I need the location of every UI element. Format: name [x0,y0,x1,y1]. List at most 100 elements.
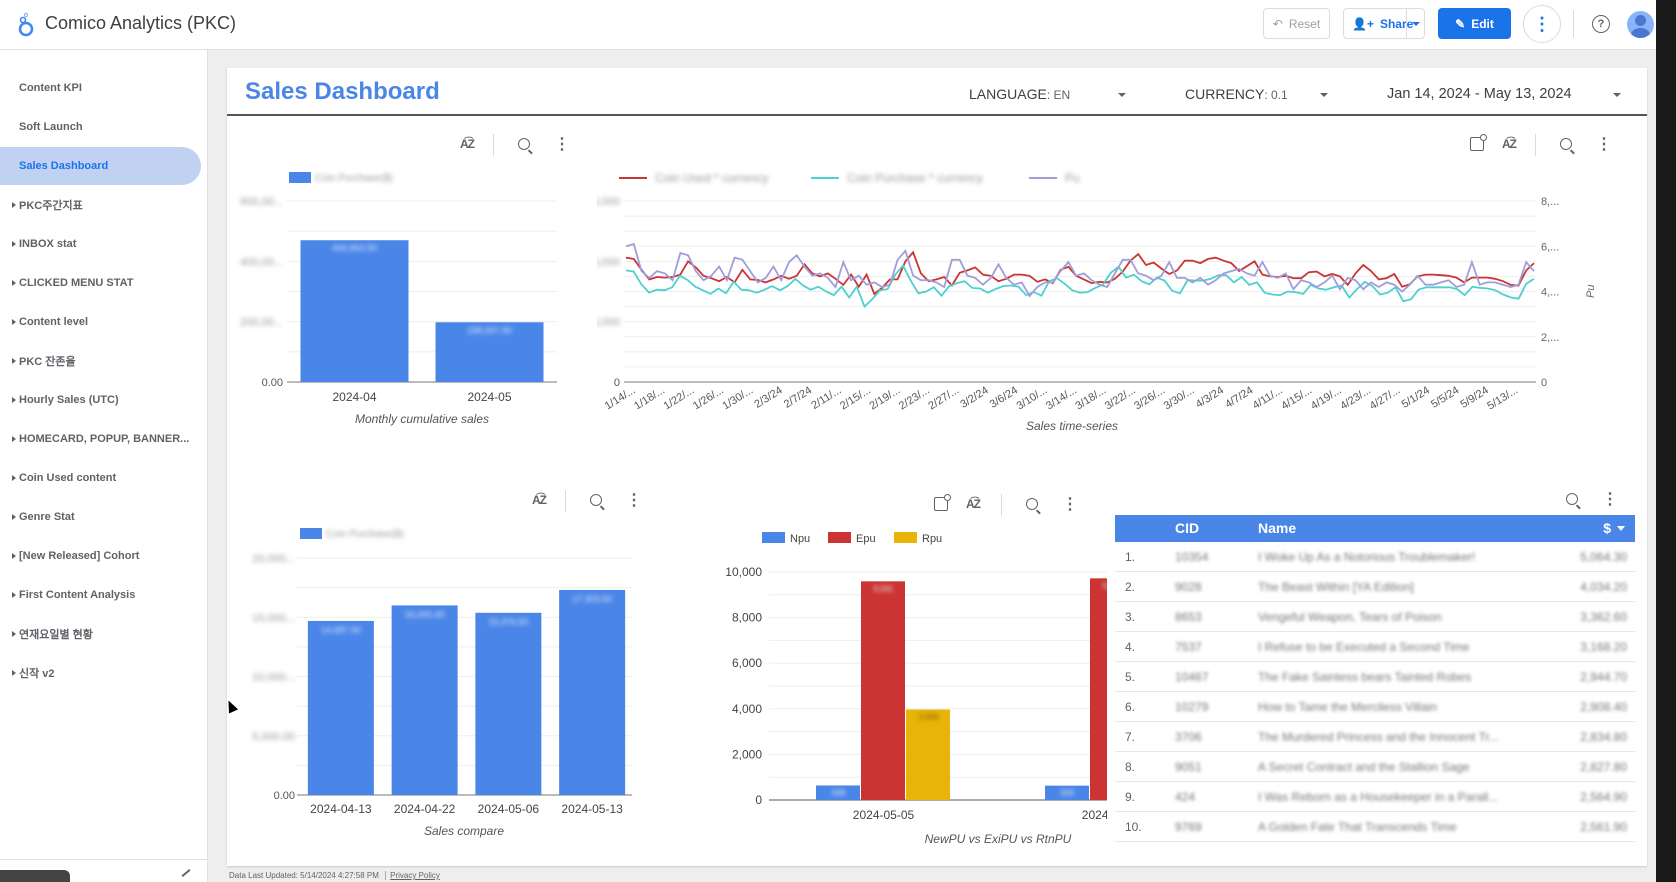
sidebar-item[interactable]: Sales Dashboard [0,147,201,185]
explore-zoom-icon[interactable] [1023,495,1041,513]
explore-zoom-icon[interactable] [515,135,533,153]
expand-caret-icon[interactable] [12,436,16,442]
currency-dropdown-arrow-icon[interactable] [1320,93,1328,97]
sidebar-item[interactable]: PKC 잔존율 [0,342,201,380]
chart-config-icon[interactable] [1468,134,1487,153]
row-sales-value: 2,834.80 [1580,730,1627,744]
sidebar-item[interactable]: Coin Used content [0,459,201,497]
edit-button[interactable]: ✎ Edit [1438,8,1511,39]
table-row[interactable]: 3. 8653 Vengeful Weapon, Tears of Poison 3,… [1115,602,1635,632]
sidebar-item[interactable]: PKC주간지표 [0,186,201,224]
sidebar-item-label: Coin Used content [19,472,117,484]
x-tick-label: 2024-05-12 [1082,808,1107,822]
sidebar-item[interactable]: 연재요일별 현황 [0,615,201,653]
expand-caret-icon[interactable] [12,514,16,520]
x-tick-label: 1/22/... [662,384,697,412]
sidebar-item-label: PKC 잔존율 [19,356,76,368]
table-row[interactable]: 1. 10354 I Woke Up As a Notorious Troublem… [1115,542,1635,572]
column-header-name[interactable]: Name [1258,520,1296,536]
sidebar-item[interactable]: 신작 v2 [0,654,201,692]
toolbar-separator [1535,134,1536,156]
collapse-sidebar-icon[interactable] [181,869,191,877]
reset-button[interactable]: ↶ Reset [1263,8,1330,39]
expand-caret-icon[interactable] [12,202,16,208]
expand-caret-icon[interactable] [12,358,16,364]
language-dropdown-arrow-icon[interactable] [1118,93,1126,97]
help-icon[interactable]: ? [1592,15,1610,33]
sidebar-item[interactable]: CLICKED MENU STAT [0,264,201,302]
sidebar-item[interactable]: Genre Stat [0,498,201,536]
y-tick-label: 5,000.00 [252,731,295,743]
legend-swatch [300,528,322,539]
expand-caret-icon[interactable] [12,553,16,559]
row-rank: 1. [1125,550,1136,564]
sidebar-item[interactable]: [New Released] Cohort [0,537,201,575]
column-header-sales[interactable]: $ [1603,520,1611,536]
table-row[interactable]: 5. 10467 The Fake Saintess bears Tainted R… [1115,662,1635,692]
expand-caret-icon[interactable] [12,241,16,247]
table-row[interactable]: 10. 9769 A Golden Fate That Transcends Tim… [1115,812,1635,842]
language-filter[interactable]: LANGUAGE: EN [969,86,1070,102]
expand-caret-icon[interactable] [12,475,16,481]
x-tick-label: 4/19/... [1309,384,1344,412]
sidebar-item[interactable]: Content level [0,303,201,341]
date-range-picker[interactable]: Jan 14, 2024 - May 13, 2024 [1387,86,1572,102]
bar-epu [1090,578,1107,800]
row-cid: 3706 [1175,730,1202,744]
sidebar-item[interactable]: HOMECARD, POPUP, BANNER... [0,420,201,458]
expand-caret-icon[interactable] [12,280,16,286]
x-tick-label: 5/13/... [1485,384,1520,412]
table-row[interactable]: 4. 7537 I Refuse to be Executed a Second T… [1115,632,1635,662]
table-row[interactable]: 9. 424 I Was Reborn as a Housekeeper in a … [1115,782,1635,812]
expand-caret-icon[interactable] [12,592,16,598]
share-dropdown-arrow-icon[interactable] [1406,9,1424,38]
privacy-policy-link[interactable]: Privacy Policy [385,871,440,880]
expand-caret-icon[interactable] [12,397,16,403]
chart-menu-kebab-icon[interactable]: ⋮ [1595,135,1613,153]
currency-filter-value: : 0.1 [1264,88,1288,102]
sidebar-item[interactable]: Hourly Sales (UTC) [0,381,201,419]
sidebar-item[interactable]: Content KPI [0,69,201,107]
sidebar-item[interactable]: First Content Analysis [0,576,201,614]
date-range-dropdown-arrow-icon[interactable] [1613,93,1621,97]
x-tick-label: 5/5/24 [1429,384,1461,410]
chart-menu-kebab-icon[interactable]: ⋮ [625,491,643,509]
sidebar-item[interactable]: INBOX stat [0,225,201,263]
table-row[interactable]: 8. 9051 A Secret Contract and the Stallion… [1115,752,1635,782]
bar-data-label: 198,007.90 [467,325,512,335]
table-row[interactable]: 2. 9028 The Beast Within [YA Edition] 4,034… [1115,572,1635,602]
report-header: Sales Dashboard LANGUAGE: EN CURRENCY: 0… [227,68,1647,116]
more-options-button[interactable]: ⋮ [1523,5,1561,43]
sort-az-icon[interactable]: A͡Z [1500,135,1518,153]
user-avatar[interactable] [1627,11,1654,38]
row-cid: 7537 [1175,640,1202,654]
sidebar-item[interactable]: Soft Launch [0,108,201,146]
column-header-cid[interactable]: CID [1175,520,1199,536]
sort-desc-icon[interactable] [1617,526,1625,531]
explore-zoom-icon[interactable] [587,491,605,509]
x-tick-label: 2/7/24 [782,384,814,410]
currency-filter[interactable]: CURRENCY: 0.1 [1185,86,1288,102]
y-left-tick-label: 10,000 [597,317,620,329]
explore-zoom-icon[interactable] [1563,490,1581,508]
expand-caret-icon[interactable] [12,670,16,676]
chart-menu-kebab-icon[interactable]: ⋮ [1061,495,1079,513]
x-tick-label: 2024-04-22 [394,802,456,816]
row-cid: 9051 [1175,760,1202,774]
x-tick-label: 4/15/... [1279,384,1314,412]
share-button[interactable]: 👤+ Share [1343,8,1425,39]
explore-zoom-icon[interactable] [1557,135,1575,153]
table-row[interactable]: 7. 3706 The Murdered Princess and the Inno… [1115,722,1635,752]
sort-az-icon[interactable]: A͡Z [530,491,548,509]
row-name: How to Tame the Merciless Villain [1258,700,1437,714]
bar-data-label: 638 [832,788,846,797]
chart-config-icon[interactable] [932,494,951,513]
chart-menu-kebab-icon[interactable]: ⋮ [1601,490,1619,508]
sort-az-icon[interactable]: A͡Z [964,495,982,513]
expand-caret-icon[interactable] [12,631,16,637]
sort-az-icon[interactable]: A͡Z [458,135,476,153]
x-tick-label: 2024-04-13 [310,802,372,816]
table-row[interactable]: 6. 10279 How to Tame the Merciless Villain… [1115,692,1635,722]
chart-menu-kebab-icon[interactable]: ⋮ [553,135,571,153]
expand-caret-icon[interactable] [12,319,16,325]
